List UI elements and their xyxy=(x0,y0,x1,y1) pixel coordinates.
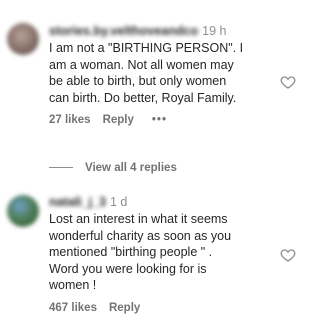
timestamp: 19 h xyxy=(202,24,227,38)
username[interactable]: stories.by.velthoveandco xyxy=(49,23,198,39)
heart-outline-icon[interactable] xyxy=(280,247,296,263)
view-replies-button[interactable]: View all 4 replies xyxy=(49,162,177,174)
comment-text: Lost an interest in what it seems wonder… xyxy=(49,211,268,294)
comment-text-line: Word you were looking for is xyxy=(49,261,207,276)
comment-text-line: wonderful charity as soon as you xyxy=(49,228,232,243)
heart-outline-icon[interactable] xyxy=(280,74,296,90)
comment-text: I am not a "BIRTHING PERSON". I am a wom… xyxy=(49,40,268,106)
comment-body: natali_j_3 1 d Lost an interest in what i… xyxy=(49,194,268,314)
comment-text-line: mentioned "birthing people " . xyxy=(49,245,213,260)
comment-actions: 27 likes Reply ••• xyxy=(49,114,268,126)
comment-text-line: am a woman. Not all women may xyxy=(49,57,234,72)
comment-text-line: I am not a "BIRTHING PERSON". I xyxy=(49,41,244,55)
likes-count[interactable]: 27 likes xyxy=(49,114,91,126)
timestamp: 1 d xyxy=(109,195,128,209)
more-options-icon[interactable]: ••• xyxy=(152,114,167,126)
comment-actions: 467 likes Reply xyxy=(49,302,268,314)
comment: natali_j_3 1 d Lost an interest in what i… xyxy=(0,186,304,328)
comment: stories.by.velthoveandco 19 h I am not a … xyxy=(0,0,304,158)
comment-text-line: be able to birth, but only women xyxy=(49,74,227,89)
comment-header: stories.by.velthoveandco 19 h xyxy=(49,23,268,39)
reply-button[interactable]: Reply xyxy=(103,114,134,126)
comment-text-line: women ! xyxy=(49,278,97,293)
comment-text-line: Lost an interest in what it seems xyxy=(49,212,228,226)
avatar[interactable] xyxy=(7,195,39,227)
likes-count[interactable]: 467 likes xyxy=(49,302,97,314)
reply-button[interactable]: Reply xyxy=(109,302,140,314)
view-replies-label: View all 4 replies xyxy=(85,162,177,174)
username[interactable]: natali_j_3 xyxy=(49,194,106,210)
divider xyxy=(49,167,73,169)
comment-body: stories.by.velthoveandco 19 h I am not a … xyxy=(49,23,268,126)
comment-header: natali_j_3 1 d xyxy=(49,194,268,210)
avatar[interactable] xyxy=(7,23,39,55)
comment-text-line: can birth. Do better, Royal Family. xyxy=(49,90,237,105)
